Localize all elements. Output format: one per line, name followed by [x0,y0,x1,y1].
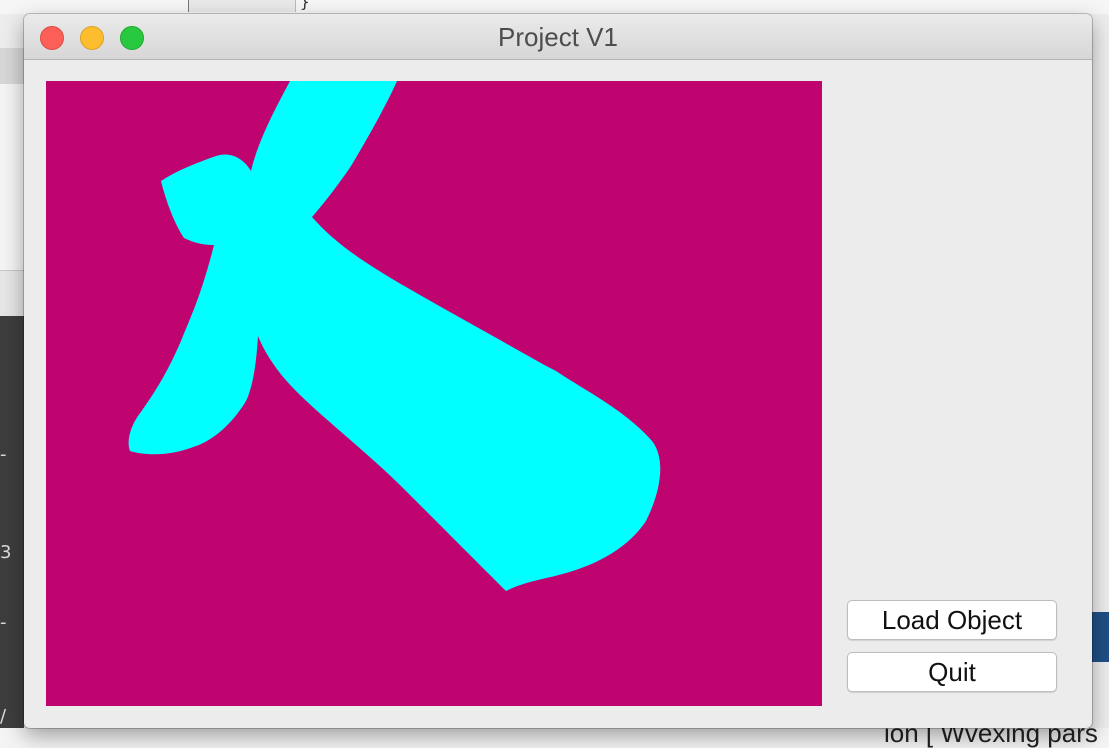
background-text-fragment: / [0,706,7,727]
desktop: } - 3 - / ion [ Wvexing pars Project V1 … [0,0,1109,748]
background-text-fragment: - [0,612,7,633]
background-app-cell [188,0,296,12]
background-app-strip [0,0,1109,14]
quit-button[interactable]: Quit [847,652,1057,692]
app-window: Project V1 Load Object Quit [24,14,1092,728]
drawing-canvas[interactable] [46,81,822,706]
background-app-panel [0,84,24,270]
object-render [128,81,661,591]
background-app-panel [0,270,24,318]
title-bar[interactable]: Project V1 [24,14,1092,60]
object-shape [128,81,661,591]
load-object-button[interactable]: Load Object [847,600,1057,640]
background-app-brace: } [300,0,310,11]
window-title: Project V1 [498,22,618,52]
background-app-panel [0,48,24,84]
background-app-button [1090,612,1109,662]
background-text-fragment: 3 [0,542,12,563]
background-terminal-panel: - 3 - / [0,316,24,748]
background-text-fragment: - [0,444,7,465]
